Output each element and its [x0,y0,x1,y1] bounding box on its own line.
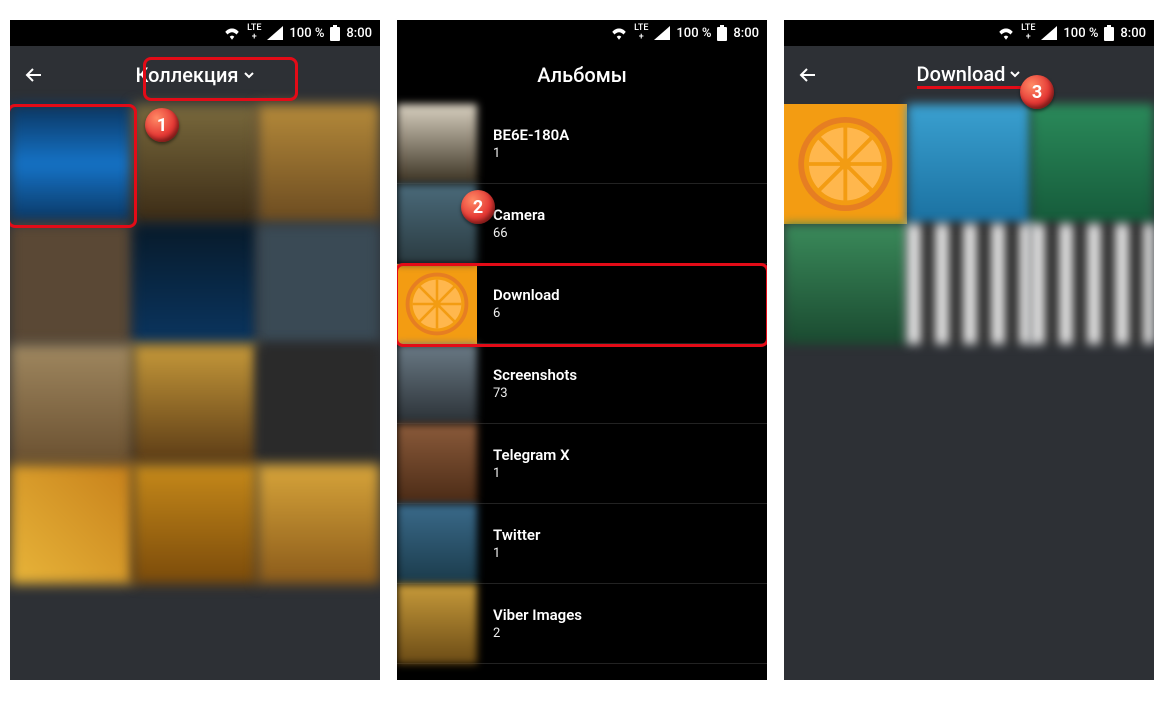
lte-icon: LTE+ [247,24,261,42]
status-bar: LTE+ 100 % 8:00 [10,20,380,46]
clock: 8:00 [346,26,372,41]
album-count: 1 [493,546,540,561]
grid-cell[interactable] [784,104,907,224]
album-thumbnail [397,104,477,184]
battery-percent: 100 % [1063,26,1098,41]
signal-icon [1041,26,1057,40]
page-title: Коллекция [135,63,238,87]
phone-screen-2: LTE+ 100 % 8:00 Альбомы BE6E-180A 1 Came… [397,20,767,680]
album-thumbnail [397,424,477,504]
grid-cell[interactable] [133,464,256,584]
chevron-down-icon [1009,68,1021,80]
album-thumbnail [397,184,477,264]
page-title: Download [917,62,1006,86]
back-button[interactable] [784,51,832,99]
status-bar: LTE+ 100 % 8:00 [397,20,767,46]
album-name: BE6E-180A [493,126,569,144]
album-row[interactable]: Twitter 1 [397,504,767,584]
battery-icon [717,25,727,41]
grid-cell[interactable] [257,104,380,224]
grid-cell[interactable] [907,224,1030,344]
album-name: Twitter [493,526,540,544]
title-bar: Download [784,46,1154,104]
signal-icon [654,26,670,40]
album-name: Screenshots [493,366,577,384]
clock: 8:00 [733,26,759,41]
album-count: 66 [493,226,545,241]
grid-cell[interactable] [257,224,380,344]
album-count: 2 [493,626,582,641]
album-count: 73 [493,386,577,401]
wifi-icon [997,26,1015,40]
album-count: 1 [493,466,570,481]
album-row[interactable]: Viber Images 2 [397,584,767,664]
image-grid [784,104,1154,344]
album-row[interactable]: BE6E-180A 1 [397,104,767,184]
battery-icon [1104,25,1114,41]
album-row[interactable]: Screenshots 73 [397,344,767,424]
title-bar: Альбомы [397,46,767,104]
signal-icon [267,26,283,40]
album-list: BE6E-180A 1 Camera 66 Download [397,104,767,664]
album-thumbnail [397,504,477,584]
grid-cell[interactable] [784,224,907,344]
album-row-download[interactable]: Download 6 [397,264,767,344]
page-title: Альбомы [537,63,627,87]
album-name: Telegram X [493,446,570,464]
album-row[interactable]: Camera 66 [397,184,767,264]
album-row[interactable]: Telegram X 1 [397,424,767,504]
lte-icon: LTE+ [634,24,648,42]
image-grid [10,104,380,584]
album-name: Camera [493,206,545,224]
clock: 8:00 [1120,26,1146,41]
grid-cell[interactable] [133,344,256,464]
grid-cell[interactable] [907,104,1030,224]
album-count: 1 [493,146,569,161]
album-thumbnail [397,584,477,664]
arrow-left-icon [796,63,820,87]
lte-icon: LTE+ [1021,24,1035,42]
phone-screen-3: LTE+ 100 % 8:00 Download [784,20,1154,680]
grid-cell[interactable] [10,224,133,344]
grid-cell[interactable] [1031,104,1154,224]
grid-cell[interactable] [257,464,380,584]
status-bar: LTE+ 100 % 8:00 [784,20,1154,46]
battery-icon [330,25,340,41]
title-bar: Коллекция [10,46,380,104]
battery-percent: 100 % [289,26,324,41]
battery-percent: 100 % [676,26,711,41]
album-name: Download [493,286,560,304]
album-name: Viber Images [493,606,582,624]
arrow-left-icon [22,63,46,87]
album-thumbnail [397,344,477,424]
orange-slice-icon [796,116,895,212]
grid-cell[interactable] [10,344,133,464]
title-dropdown[interactable]: Download [917,62,1022,89]
grid-cell[interactable] [10,464,133,584]
grid-cell[interactable] [133,224,256,344]
title-dropdown[interactable]: Коллекция [135,63,254,87]
wifi-icon [610,26,628,40]
back-button[interactable] [10,51,58,99]
grid-cell[interactable] [257,344,380,464]
grid-cell[interactable] [10,104,133,224]
album-count: 6 [493,306,560,321]
grid-cell[interactable] [133,104,256,224]
wifi-icon [223,26,241,40]
album-thumbnail [397,264,477,344]
phone-screen-1: LTE+ 100 % 8:00 Коллекция 1 [10,20,380,680]
chevron-down-icon [243,69,255,81]
grid-cell[interactable] [1031,224,1154,344]
orange-slice-icon [405,272,469,336]
